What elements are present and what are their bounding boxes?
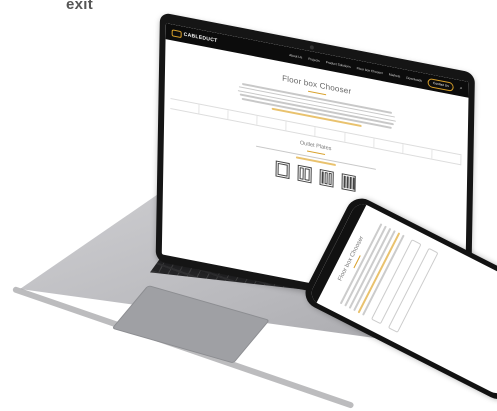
filter-tab[interactable] — [286, 121, 316, 136]
outlet-plate-quad-icon[interactable] — [340, 173, 356, 192]
outlet-plate-triple-icon[interactable] — [318, 168, 334, 188]
filter-tab[interactable] — [257, 115, 287, 131]
outlet-plate-single-icon[interactable] — [275, 160, 290, 179]
laptop-phone-mockup: CABLEDUCT About Us Projects Product Solu… — [0, 0, 497, 411]
filter-tab[interactable] — [228, 109, 258, 125]
logo-text: CABLEDUCT — [183, 31, 218, 45]
contact-us-button[interactable]: Contact Us — [427, 77, 454, 92]
filter-tab[interactable] — [170, 98, 200, 114]
title-accent-line — [307, 90, 326, 96]
nav-link-markets[interactable]: Markets — [389, 72, 400, 78]
nav-link-projects[interactable]: Projects — [308, 57, 320, 63]
filter-tab[interactable] — [315, 126, 346, 142]
search-icon[interactable]: ⌕ — [460, 85, 463, 92]
webcam-icon — [309, 45, 314, 50]
nav-link-product-solutions[interactable]: Product Solutions — [326, 60, 351, 69]
nav-link-floor-box-chooser[interactable]: Floor box Chooser — [357, 66, 383, 75]
filter-tab[interactable] — [403, 143, 433, 159]
filter-tab[interactable] — [373, 138, 404, 153]
filter-tab[interactable] — [432, 149, 462, 164]
section-accent-line — [306, 149, 325, 155]
nav-link-downloads[interactable]: Downloads — [406, 76, 422, 83]
filter-tab[interactable] — [344, 132, 375, 147]
logo-icon — [171, 28, 182, 38]
filter-tab[interactable] — [199, 104, 229, 119]
nav-link-about[interactable]: About Us — [289, 53, 302, 60]
outlet-plate-double-icon[interactable] — [297, 164, 312, 184]
